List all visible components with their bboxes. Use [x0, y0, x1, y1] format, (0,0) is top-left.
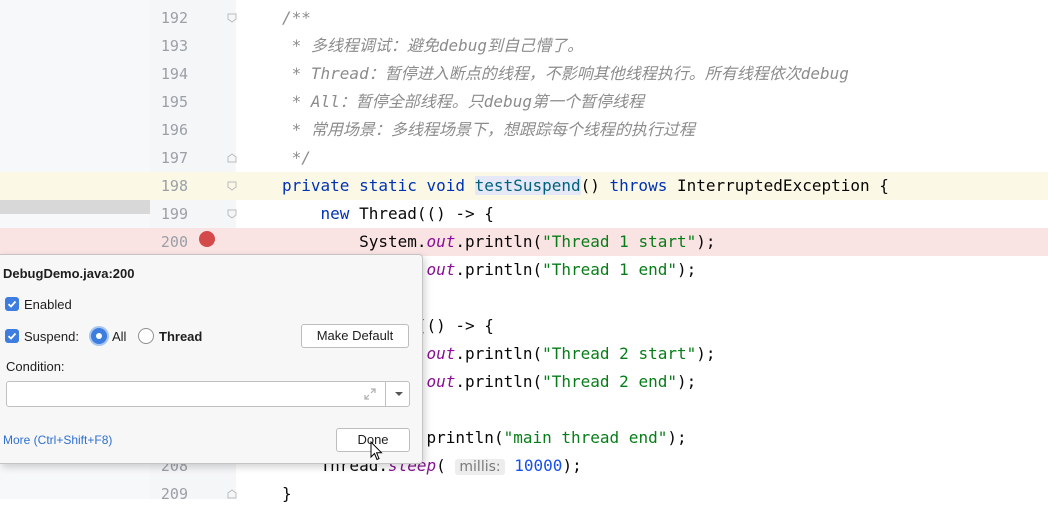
code-token: "Thread 2 end"	[542, 372, 677, 391]
enabled-checkbox[interactable]	[5, 297, 19, 311]
dropdown-separator	[385, 382, 386, 406]
condition-label: Condition:	[6, 359, 65, 374]
check-icon	[7, 300, 17, 308]
code-token: );	[696, 232, 716, 251]
check-icon	[7, 332, 17, 340]
suspend-checkbox[interactable]	[5, 329, 19, 343]
code-text[interactable]: * 多线程调试：避免debug到自己懵了。	[282, 32, 583, 60]
line-number: 200	[160, 233, 188, 251]
code-token: * 常用场景：多线程场景下，想跟踪每个线程的执行过程	[282, 120, 695, 139]
code-token: );	[562, 456, 582, 475]
code-token: millis:	[455, 459, 505, 475]
code-text[interactable]: new Thread(() -> {	[282, 200, 494, 228]
radio-thread[interactable]	[138, 328, 154, 344]
suspend-label: Suspend:	[24, 329, 79, 344]
line-number: 199	[160, 205, 188, 223]
popup-title: DebugDemo.java:200	[3, 266, 135, 281]
expand-icon[interactable]	[363, 387, 377, 401]
code-line[interactable]: 197 */	[0, 144, 1048, 172]
line-number: 192	[160, 9, 188, 27]
code-token: InterruptedException {	[676, 176, 889, 195]
code-text[interactable]: }	[282, 480, 292, 508]
breakpoint-popup: DebugDemo.java:200 Enabled Suspend: All …	[0, 254, 423, 464]
code-token: testSuspend	[474, 176, 581, 195]
code-token: /**	[282, 8, 311, 27]
code-token: * All：暂停全部线程。只debug第一个暂停线程	[282, 92, 644, 111]
code-token: out	[426, 260, 456, 279]
code-token: "Thread 1 start"	[542, 232, 697, 251]
line-number: 198	[160, 177, 188, 195]
code-line[interactable]: 198 private static void testSuspend() thr…	[0, 172, 1048, 200]
code-token: ()	[580, 176, 610, 195]
code-line[interactable]: 200 System.out.println("Thread 1 start")…	[0, 228, 1048, 256]
code-token: * Thread：暂停进入断点的线程，不影响其他线程执行。所有线程依次debug	[282, 64, 849, 83]
code-token: System.	[282, 232, 427, 251]
code-token: "main thread end"	[503, 428, 668, 447]
code-line[interactable]: 193 * 多线程调试：避免debug到自己懵了。	[0, 32, 1048, 60]
chevron-down-icon[interactable]	[389, 382, 409, 406]
fold-marker-icon[interactable]	[227, 480, 237, 508]
code-line[interactable]: 195 * All：暂停全部线程。只debug第一个暂停线程	[0, 88, 1048, 116]
code-line[interactable]: 194 * Thread：暂停进入断点的线程，不影响其他线程执行。所有线程依次d…	[0, 60, 1048, 88]
code-line[interactable]: 192 /**	[0, 4, 1048, 32]
code-text[interactable]: /**	[282, 4, 311, 32]
code-text[interactable]: private static void testSuspend() throws…	[282, 172, 889, 200]
line-number: 194	[160, 65, 188, 83]
condition-field[interactable]	[6, 381, 410, 407]
code-token: .println(	[455, 372, 543, 391]
code-token: );	[667, 428, 687, 447]
code-text[interactable]: * All：暂停全部线程。只debug第一个暂停线程	[282, 88, 644, 116]
radio-thread-label: Thread	[159, 329, 203, 344]
code-token: );	[696, 344, 716, 363]
code-line[interactable]: 199 new Thread(() -> {	[0, 200, 1048, 228]
code-token: .println(	[455, 344, 543, 363]
breakpoint-icon[interactable]	[199, 231, 215, 247]
code-text[interactable]: * 常用场景：多线程场景下，想跟踪每个线程的执行过程	[282, 116, 695, 144]
make-default-button[interactable]: Make Default	[301, 324, 409, 348]
fold-marker-icon[interactable]	[227, 172, 237, 200]
fold-marker-icon[interactable]	[227, 200, 237, 228]
enabled-label: Enabled	[24, 297, 72, 312]
line-number: 193	[160, 37, 188, 55]
code-token: );	[676, 372, 697, 391]
line-number: 197	[160, 149, 188, 167]
code-text[interactable]: * Thread：暂停进入断点的线程，不影响其他线程执行。所有线程依次debug	[282, 60, 849, 88]
code-token: out	[426, 344, 456, 363]
code-token: new	[320, 204, 360, 223]
mouse-cursor-icon	[370, 441, 383, 461]
code-token: out	[426, 372, 456, 391]
code-token: */	[282, 148, 311, 167]
code-token: "Thread 2 start"	[542, 344, 697, 363]
code-text[interactable]: */	[282, 144, 311, 172]
code-token: private static void	[282, 176, 475, 195]
radio-all[interactable]	[91, 328, 107, 344]
code-line[interactable]: 196 * 常用场景：多线程场景下，想跟踪每个线程的执行过程	[0, 116, 1048, 144]
code-token: out	[426, 232, 456, 251]
code-line[interactable]: 209}	[0, 480, 1048, 508]
fold-marker-icon[interactable]	[227, 144, 237, 172]
code-text[interactable]: System.out.println("Thread 1 start");	[282, 228, 716, 256]
code-token: Thread(() -> {	[359, 204, 494, 223]
line-number: 196	[160, 121, 188, 139]
line-number: 209	[160, 485, 188, 503]
code-token: .println(	[455, 232, 543, 251]
code-token: }	[282, 484, 292, 503]
more-link[interactable]: More (Ctrl+Shift+F8)	[3, 433, 112, 447]
code-token: );	[676, 260, 697, 279]
code-token: throws	[609, 176, 677, 195]
code-token: .println(	[455, 260, 543, 279]
line-number: 195	[160, 93, 188, 111]
code-token: * 多线程调试：避免debug到自己懵了。	[282, 36, 584, 55]
code-token: 10000	[514, 456, 563, 475]
code-token: .println(	[416, 428, 504, 447]
condition-input[interactable]	[9, 384, 359, 404]
fold-marker-icon[interactable]	[227, 4, 237, 32]
code-token: (	[436, 456, 456, 475]
code-token: "Thread 1 end"	[542, 260, 677, 279]
radio-all-label: All	[112, 329, 127, 344]
